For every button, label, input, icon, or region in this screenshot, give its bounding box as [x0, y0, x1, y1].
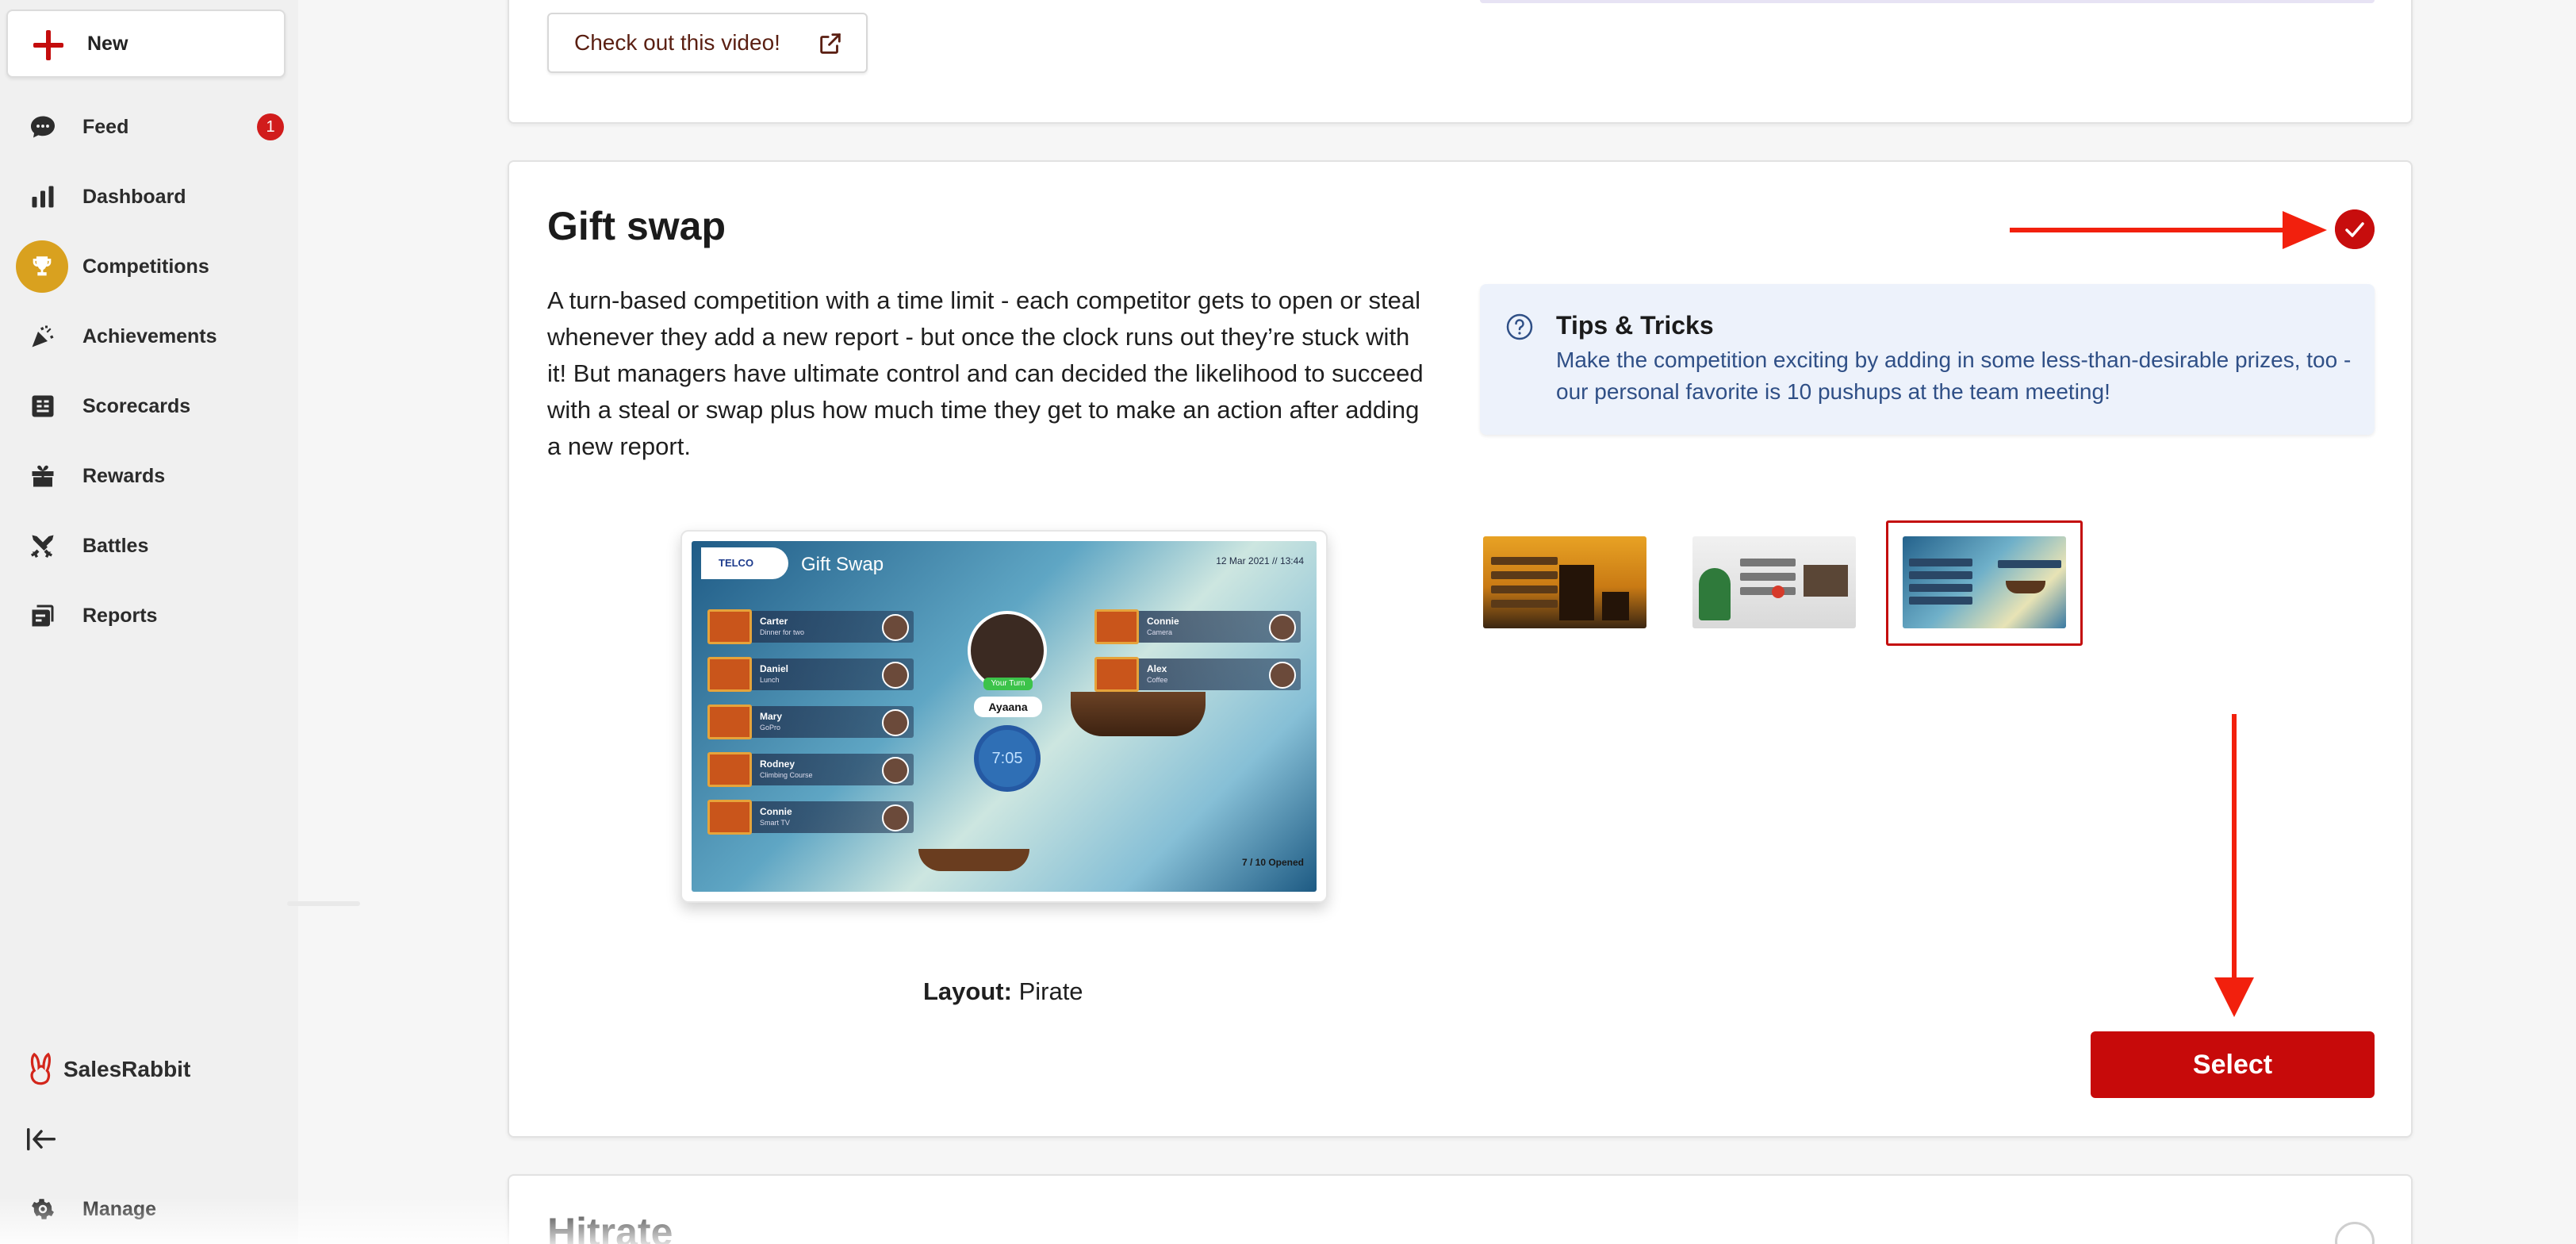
competition-title: Hitrate	[547, 1210, 673, 1244]
preview-title: Gift Swap	[801, 554, 884, 575]
sidebar-item-dashboard[interactable]: Dashboard	[0, 165, 298, 228]
selected-check-icon[interactable]	[2335, 209, 2375, 249]
video-button-label: Check out this video!	[574, 30, 780, 55]
preview-row: Mary GoPro	[707, 705, 914, 739]
bar-chart-icon	[27, 181, 59, 213]
sidebar-item-label: Dashboard	[82, 185, 186, 208]
new-button-label: New	[87, 32, 128, 55]
your-turn-label: Your Turn	[983, 678, 1033, 690]
brand: SalesRabbit	[27, 1052, 190, 1087]
turn-timer: 7:05	[974, 725, 1041, 792]
sidebar-item-rewards[interactable]: Rewards	[0, 444, 298, 508]
notification-badge: 1	[257, 113, 284, 140]
sidebar-item-competitions[interactable]: Competitions	[0, 235, 298, 298]
sidebar-item-label: Competitions	[82, 255, 209, 278]
sidebar-item-battles[interactable]: Battles	[0, 514, 298, 578]
layout-caption-label: Layout:	[923, 977, 1012, 1005]
gear-icon	[27, 1193, 59, 1225]
rowboat-illustration	[918, 849, 1029, 871]
preview-screen: TELCO Gift Swap 12 Mar 2021 // 13:44 Car…	[692, 541, 1317, 892]
annotation-arrow-head	[2283, 211, 2327, 249]
selected-layout-outline	[1886, 520, 2083, 646]
plus-icon	[33, 30, 63, 60]
gift-icon	[27, 460, 59, 492]
preview-row: Connie Camera	[1094, 609, 1301, 644]
layout-thumbnail-holiday[interactable]	[1692, 536, 1856, 628]
tips-title: Tips & Tricks	[1556, 311, 1714, 340]
external-link-icon	[820, 33, 841, 54]
tips-box-edge	[1480, 0, 2375, 3]
scorecard-icon	[27, 390, 59, 422]
layout-thumbnail-halloween[interactable]	[1483, 536, 1646, 628]
trophy-icon	[16, 240, 68, 293]
sidebar-item-label: Rewards	[82, 464, 166, 487]
check-out-video-button[interactable]: Check out this video!	[547, 13, 868, 73]
preview-date: 12 Mar 2021 // 13:44	[1216, 555, 1304, 566]
collapse-sidebar-icon[interactable]	[25, 1125, 57, 1154]
preview-row: Rodney Climbing Course	[707, 752, 914, 787]
sidebar-item-label: Scorecards	[82, 394, 191, 417]
reports-icon	[27, 600, 59, 632]
sidebar-item-label: Manage	[82, 1197, 157, 1220]
current-player-name: Ayaana	[974, 697, 1042, 717]
layout-caption: Layout: Pirate	[923, 977, 1083, 1006]
sidebar-item-manage[interactable]: Manage	[0, 1177, 298, 1241]
annotation-arrow-vertical	[2232, 714, 2237, 984]
preview-row: Daniel Lunch	[707, 657, 914, 692]
sidebar-item-label: Reports	[82, 604, 158, 627]
competition-title: Gift swap	[547, 204, 726, 248]
opened-counter: 7 / 10 Opened	[1241, 857, 1304, 868]
preview-row: Alex Coffee	[1094, 657, 1301, 692]
sidebar-item-label: Achievements	[82, 324, 217, 347]
preview-row: Carter Dinner for two	[707, 609, 914, 644]
select-button[interactable]: Select	[2091, 1031, 2375, 1098]
layout-caption-value: Pirate	[1018, 977, 1083, 1005]
sidebar-item-feed[interactable]: Feed 1	[0, 95, 298, 159]
tips-body: Make the competition exciting by adding …	[1556, 347, 2352, 404]
sidebar-item-label: Battles	[82, 534, 149, 557]
annotation-arrow-head	[2214, 977, 2254, 1017]
layout-preview: TELCO Gift Swap 12 Mar 2021 // 13:44 Car…	[680, 530, 1328, 903]
party-popper-icon	[27, 321, 59, 352]
new-button[interactable]: New	[6, 10, 286, 78]
sidebar-item-achievements[interactable]: Achievements	[0, 305, 298, 368]
sidebar-item-scorecards[interactable]: Scorecards	[0, 374, 298, 438]
competition-card-hitrate	[508, 1174, 2413, 1244]
pirate-ship-illustration	[1071, 692, 1206, 736]
salesrabbit-logo-icon	[30, 1052, 52, 1085]
sidebar-item-reports[interactable]: Reports	[0, 584, 298, 647]
crossed-swords-icon	[27, 530, 59, 562]
sidebar-item-label: Feed	[82, 115, 129, 138]
brand-name: SalesRabbit	[63, 1057, 191, 1081]
preview-logo: TELCO	[701, 547, 788, 579]
chat-bubble-icon	[27, 111, 59, 143]
annotation-arrow-horizontal	[2010, 228, 2286, 232]
monitor-stand	[287, 901, 360, 906]
competition-description: A turn-based competition with a time lim…	[547, 286, 1424, 460]
sidebar: New Feed 1 Dashboard Competitions Achiev…	[0, 0, 298, 1244]
tips-and-tricks-box: Tips & Tricks Make the competition excit…	[1480, 284, 2375, 435]
question-circle-icon	[1506, 313, 1533, 340]
preview-row: Connie Smart TV	[707, 800, 914, 835]
